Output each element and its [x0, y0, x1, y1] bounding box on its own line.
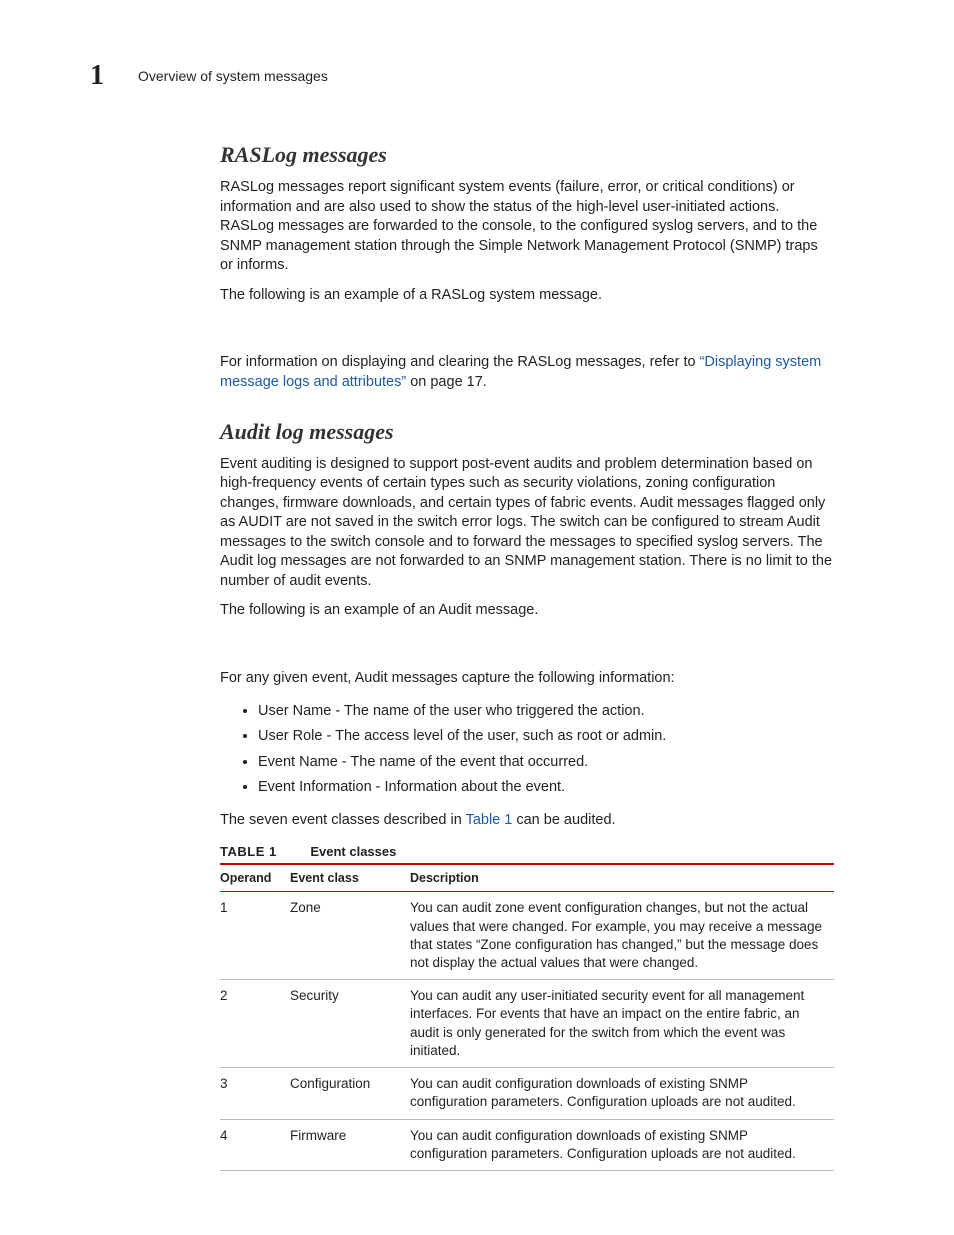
text-run: The seven event classes described in	[220, 812, 466, 828]
example-placeholder	[220, 315, 834, 343]
cell-event-class: Configuration	[290, 1068, 410, 1119]
table-row: 4 Firmware You can audit configuration d…	[220, 1119, 834, 1170]
bullet-list: User Name - The name of the user who tri…	[220, 699, 834, 801]
paragraph: RASLog messages report significant syste…	[220, 178, 834, 276]
list-item: User Name - The name of the user who tri…	[258, 699, 834, 725]
column-header-description: Description	[410, 864, 834, 892]
list-item: User Role - The access level of the user…	[258, 724, 834, 750]
running-header: 1 Overview of system messages	[90, 60, 834, 92]
cell-description: You can audit zone event configuration c…	[410, 892, 834, 980]
cell-description: You can audit configuration downloads of…	[410, 1068, 834, 1119]
event-classes-table: Operand Event class Description 1 Zone Y…	[220, 863, 834, 1171]
cell-operand: 1	[220, 892, 290, 980]
page: 1 Overview of system messages RASLog mes…	[0, 0, 954, 1231]
table-row: 2 Security You can audit any user-initia…	[220, 980, 834, 1068]
list-item: Event Information - Information about th…	[258, 775, 834, 801]
cell-description: You can audit any user-initiated securit…	[410, 980, 834, 1068]
table-label: TABLE 1	[220, 844, 277, 859]
section-heading-audit: Audit log messages	[220, 419, 834, 445]
list-item: Event Name - The name of the event that …	[258, 750, 834, 776]
table-row: 1 Zone You can audit zone event configur…	[220, 892, 834, 980]
cell-event-class: Firmware	[290, 1119, 410, 1170]
table-caption: TABLE 1 Event classes	[220, 844, 834, 859]
paragraph: For information on displaying and cleari…	[220, 353, 834, 392]
paragraph: Event auditing is designed to support po…	[220, 455, 834, 592]
cell-operand: 3	[220, 1068, 290, 1119]
cross-reference-link[interactable]: Table 1	[466, 812, 513, 828]
table-header-row: Operand Event class Description	[220, 864, 834, 892]
content-body: RASLog messages RASLog messages report s…	[220, 142, 834, 1171]
cell-operand: 4	[220, 1119, 290, 1170]
paragraph: The seven event classes described in Tab…	[220, 811, 834, 831]
chapter-number: 1	[90, 60, 110, 92]
paragraph: The following is an example of an Audit …	[220, 601, 834, 621]
paragraph: For any given event, Audit messages capt…	[220, 669, 834, 689]
chapter-title: Overview of system messages	[138, 68, 328, 84]
text-run: on page 17.	[406, 374, 487, 390]
column-header-operand: Operand	[220, 864, 290, 892]
table-row: 3 Configuration You can audit configurat…	[220, 1068, 834, 1119]
column-header-event-class: Event class	[290, 864, 410, 892]
cell-description: You can audit configuration downloads of…	[410, 1119, 834, 1170]
cell-event-class: Security	[290, 980, 410, 1068]
cell-event-class: Zone	[290, 892, 410, 980]
text-run: can be audited.	[512, 812, 615, 828]
paragraph: The following is an example of a RASLog …	[220, 286, 834, 306]
cell-operand: 2	[220, 980, 290, 1068]
table-caption-text: Event classes	[310, 844, 396, 859]
section-heading-raslog: RASLog messages	[220, 142, 834, 168]
text-run: For information on displaying and cleari…	[220, 354, 700, 370]
example-placeholder	[220, 631, 834, 659]
